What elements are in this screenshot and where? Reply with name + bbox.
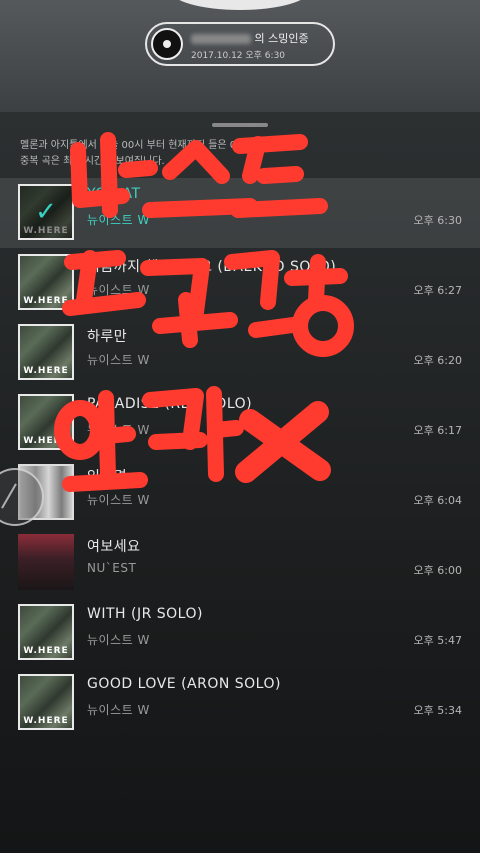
play-time: 오후 5:34: [413, 704, 462, 717]
play-time: 오후 6:30: [413, 214, 462, 227]
song-row[interactable]: W.HERE PARADISE (REN SOLO) 뉴이스트 W 오후 6:17: [0, 388, 480, 458]
pill-subtitle: 2017.10.12 오후 6:30: [191, 51, 286, 61]
album-art-label: W.HERE: [23, 716, 69, 726]
notice-line-2: 중복 곡은 최근 시간만 보여집니다.: [20, 156, 165, 167]
song-artist: 뉴이스트 W: [87, 423, 150, 437]
album-art: W.HERE: [18, 604, 74, 660]
song-title: 여보세요: [87, 539, 141, 555]
header-blob: [170, 0, 310, 10]
play-time: 오후 5:47: [413, 634, 462, 647]
song-title: 하루만: [87, 329, 128, 345]
song-title: 지금까지 행복했어요 (BAEKHO SOLO): [87, 259, 337, 275]
now-playing-header: 의 스밍인증 2017.10.12 오후 6:30: [0, 0, 480, 112]
play-time: 오후 6:00: [413, 564, 462, 577]
check-icon: ✓: [20, 186, 72, 238]
song-row[interactable]: W.HERE 지금까지 행복했어요 (BAEKHO SOLO) 뉴이스트 W 오후 6…: [0, 248, 480, 318]
song-row[interactable]: 여보세요 NU`EST 오후 6:00: [0, 528, 480, 598]
song-list-sheet: 멜론과 아지툴에서 오늘 00시 부터 현재까지 들은 00곡 입니다. 중복 …: [0, 112, 480, 853]
notice-text: 멜론과 아지툴에서 오늘 00시 부터 현재까지 들은 00곡 입니다. 중복 …: [20, 138, 460, 170]
sheet-drag-handle[interactable]: [212, 123, 268, 127]
album-art-label: W.HERE: [23, 646, 69, 656]
song-row[interactable]: 있다면뉴이스트 W 오후 6:04: [0, 458, 480, 528]
song-artist: 뉴이스트 W: [87, 283, 150, 297]
song-title: WITH (JR SOLO): [87, 606, 203, 622]
song-row[interactable]: W.HERE GOOD LOVE (ARON SOLO) 뉴이스트 W 오후 5:34: [0, 668, 480, 738]
album-art: [18, 534, 74, 590]
album-art: W.HERE: [18, 254, 74, 310]
album-art-label: W.HERE: [23, 436, 69, 446]
song-row[interactable]: W.HERE WITH (JR SOLO) 뉴이스트 W 오후 5:47: [0, 598, 480, 668]
song-title: YOU AT: [87, 186, 141, 202]
streaming-certificate-pill[interactable]: 의 스밍인증 2017.10.12 오후 6:30: [145, 22, 335, 66]
album-art: W.HERE: [18, 324, 74, 380]
album-art-label: W.HERE: [23, 366, 69, 376]
pill-title-text: 의 스밍인증: [254, 32, 309, 45]
song-artist: 뉴이스트 W: [87, 213, 150, 227]
play-time: 오후 6:04: [413, 494, 462, 507]
song-title: PARADISE (REN SOLO): [87, 396, 253, 412]
song-artist: 뉴이스트 W: [87, 353, 150, 367]
album-art: W.HERE ✓: [18, 184, 74, 240]
pill-title: 의 스밍인증: [191, 30, 331, 46]
song-row[interactable]: W.HERE ✓ YOU AT 뉴이스트 W 오후 6:30: [0, 178, 480, 248]
song-artist: NU`EST: [87, 561, 137, 575]
song-artist: 뉴이스트 W: [87, 633, 150, 647]
redacted-username: [191, 34, 251, 44]
song-row[interactable]: W.HERE 하루만뉴이스트 W 오후 6:20: [0, 318, 480, 388]
record-disc-icon: [151, 28, 183, 60]
album-art: W.HERE: [18, 674, 74, 730]
song-artist: 뉴이스트 W: [87, 703, 150, 717]
play-time: 오후 6:27: [413, 284, 462, 297]
play-time: 오후 6:17: [413, 424, 462, 437]
album-art-label: W.HERE: [23, 296, 69, 306]
notice-line-1: 멜론과 아지툴에서 오늘 00시 부터 현재까지 들은 00곡 입니다.: [20, 140, 286, 151]
album-art: W.HERE: [18, 394, 74, 450]
song-artist: 뉴이스트 W: [87, 493, 150, 507]
song-title: GOOD LOVE (ARON SOLO): [87, 676, 281, 692]
play-time: 오후 6:20: [413, 354, 462, 367]
song-title: 있다면: [87, 469, 128, 485]
